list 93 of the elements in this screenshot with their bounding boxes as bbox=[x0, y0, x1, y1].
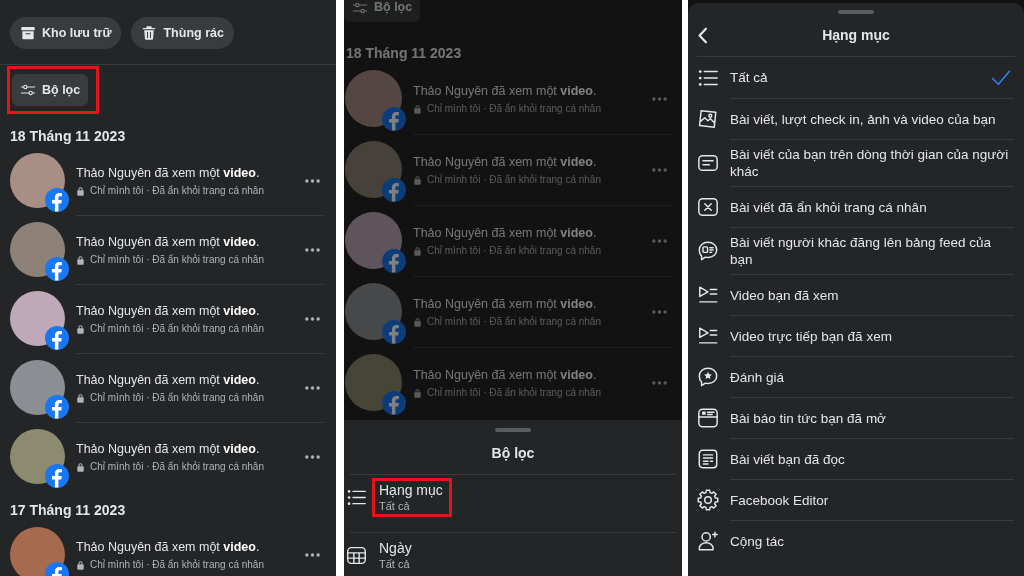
date-heading: 17 Tháng 11 2023 bbox=[9, 501, 127, 520]
activity-text: Thảo Nguyên đã xem một video. bbox=[413, 154, 598, 170]
app-badge-icon bbox=[45, 257, 69, 281]
activity-text: Thảo Nguyên đã xem một video. bbox=[76, 234, 261, 250]
lock-icon bbox=[413, 317, 422, 327]
archive-button[interactable]: Kho lưu trữ bbox=[10, 17, 122, 49]
lock-icon bbox=[413, 388, 422, 398]
checkmark-icon bbox=[991, 69, 1011, 86]
option-value: Tất cả bbox=[379, 557, 411, 571]
more-options-icon[interactable] bbox=[305, 178, 320, 183]
option-value: Tất cả bbox=[379, 499, 411, 513]
privacy-text: Chỉ mình tôi · Đã ẩn khỏi trang cá nhân bbox=[90, 461, 264, 473]
filter-button[interactable]: Bộ lọc bbox=[344, 0, 421, 22]
star-bubble-icon bbox=[697, 365, 719, 388]
category-option[interactable]: Facebook Editor bbox=[688, 479, 1024, 520]
more-options-icon[interactable] bbox=[305, 248, 320, 252]
photo-frame-icon bbox=[697, 107, 719, 130]
lock-icon bbox=[413, 175, 422, 185]
filter-button[interactable]: Bộ lọc bbox=[12, 74, 89, 106]
more-options-icon[interactable] bbox=[305, 455, 320, 459]
drag-handle[interactable] bbox=[495, 428, 531, 432]
category-option[interactable]: Bài báo tin tức bạn đã mở bbox=[688, 397, 1024, 438]
category-option[interactable]: Video bạn đã xem bbox=[688, 274, 1024, 315]
activity-text: Thảo Nguyên đã xem một video. bbox=[413, 82, 598, 99]
avatar-placeholder bbox=[10, 527, 65, 576]
archive-box-icon bbox=[20, 25, 36, 41]
privacy-text: Chỉ mình tôi · Đã ẩn khỏi trang cá nhân bbox=[90, 392, 264, 404]
sheet-title: Bộ lọc bbox=[490, 444, 536, 462]
privacy-text: Chỉ mình tôi · Đã ẩn khỏi trang cá nhân bbox=[90, 558, 264, 571]
activity-text: Thảo Nguyên đã xem một video. bbox=[76, 538, 261, 555]
category-option[interactable]: Đánh giá bbox=[688, 356, 1024, 397]
activity-text: Thảo Nguyên đã xem một video. bbox=[413, 367, 598, 383]
category-option[interactable]: Bài viết của bạn trên dòng thời gian của người khác bbox=[688, 139, 1024, 186]
app-badge-icon bbox=[382, 249, 406, 273]
app-badge-icon bbox=[382, 107, 406, 131]
privacy-text: Chỉ mình tôi · Đã ẩn khỏi trang cá nhân bbox=[90, 184, 264, 197]
category-option[interactable]: Tất cả bbox=[688, 57, 1024, 98]
lock-icon bbox=[76, 393, 85, 403]
activity-text: Thảo Nguyên đã xem một video. bbox=[76, 372, 261, 388]
lock-icon bbox=[76, 462, 85, 472]
more-options-icon[interactable] bbox=[305, 552, 320, 557]
category-option[interactable]: Bài viết người khác đăng lên bảng feed của bạn bbox=[688, 227, 1024, 274]
privacy-text: Chỉ mình tôi · Đã ẩn khỏi trang cá nhân bbox=[427, 387, 601, 399]
activity-text: Thảo Nguyên đã xem một video. bbox=[76, 164, 261, 181]
category-option[interactable]: Video trực tiếp bạn đã xem bbox=[688, 315, 1024, 356]
speech-bubble-card-icon bbox=[697, 239, 719, 262]
drag-handle[interactable] bbox=[838, 10, 874, 14]
trash-can-icon bbox=[141, 25, 158, 41]
privacy-text: Chỉ mình tôi · Đã ẩn khỏi trang cá nhân bbox=[427, 174, 601, 186]
privacy-text: Chỉ mình tôi · Đã ẩn khỏi trang cá nhân bbox=[427, 316, 601, 328]
document-icon bbox=[697, 447, 719, 470]
activity-text: Thảo Nguyên đã xem một video. bbox=[76, 303, 261, 319]
app-badge-icon bbox=[382, 391, 406, 415]
privacy-text: Chỉ mình tôi · Đã ẩn khỏi trang cá nhân bbox=[427, 102, 601, 115]
lock-icon bbox=[76, 255, 85, 265]
lock-icon bbox=[413, 246, 422, 256]
back-chevron-icon[interactable] bbox=[697, 26, 708, 44]
privacy-text: Chỉ mình tôi · Đã ẩn khỏi trang cá nhân bbox=[90, 323, 264, 335]
sheet-title: Hạng mục bbox=[822, 25, 890, 45]
gear-icon bbox=[697, 488, 719, 511]
app-badge-icon bbox=[382, 320, 406, 344]
app-badge-icon bbox=[45, 188, 69, 212]
date-heading: 18 Tháng 11 2023 bbox=[345, 44, 463, 63]
category-option[interactable]: Bài viết, lượt check in, ảnh và video của bạn bbox=[688, 98, 1024, 139]
lock-icon bbox=[76, 324, 85, 334]
option-label[interactable]: Hạng mục bbox=[379, 482, 443, 499]
activity-text: Thảo Nguyên đã xem một video. bbox=[413, 296, 598, 312]
privacy-text: Chỉ mình tôi · Đã ẩn khỏi trang cá nhân bbox=[427, 245, 601, 257]
option-label[interactable]: Ngày bbox=[379, 540, 412, 557]
date-heading: 18 Tháng 11 2023 bbox=[9, 127, 127, 146]
app-badge-icon bbox=[45, 464, 69, 488]
activity-text: Thảo Nguyên đã xem một video. bbox=[76, 441, 261, 457]
sliders-icon bbox=[20, 82, 36, 98]
person-plus-icon bbox=[697, 529, 719, 552]
list-icon bbox=[346, 487, 367, 508]
app-badge-icon bbox=[382, 178, 406, 202]
lock-icon bbox=[76, 185, 85, 196]
app-badge-icon bbox=[45, 326, 69, 350]
news-card-icon bbox=[697, 406, 719, 429]
more-options-icon[interactable] bbox=[305, 317, 320, 321]
privacy-text: Chỉ mình tôi · Đã ẩn khỏi trang cá nhân bbox=[90, 254, 264, 266]
category-option[interactable]: Bài viết bạn đã đọc bbox=[688, 438, 1024, 479]
trash-button[interactable]: Thùng rác bbox=[131, 17, 234, 49]
activity-text: Thảo Nguyên đã xem một video. bbox=[413, 225, 598, 241]
app-badge-icon bbox=[45, 395, 69, 419]
more-options-icon[interactable] bbox=[305, 386, 320, 390]
category-option[interactable]: Cộng tác bbox=[688, 520, 1024, 561]
category-option[interactable]: Bài viết đã ẩn khỏi trang cá nhân bbox=[688, 186, 1024, 227]
lock-icon bbox=[76, 559, 85, 570]
sliders-icon bbox=[352, 0, 368, 16]
x-box-icon bbox=[697, 195, 719, 218]
lock-icon bbox=[413, 103, 422, 114]
calendar-grid-icon bbox=[346, 545, 367, 566]
